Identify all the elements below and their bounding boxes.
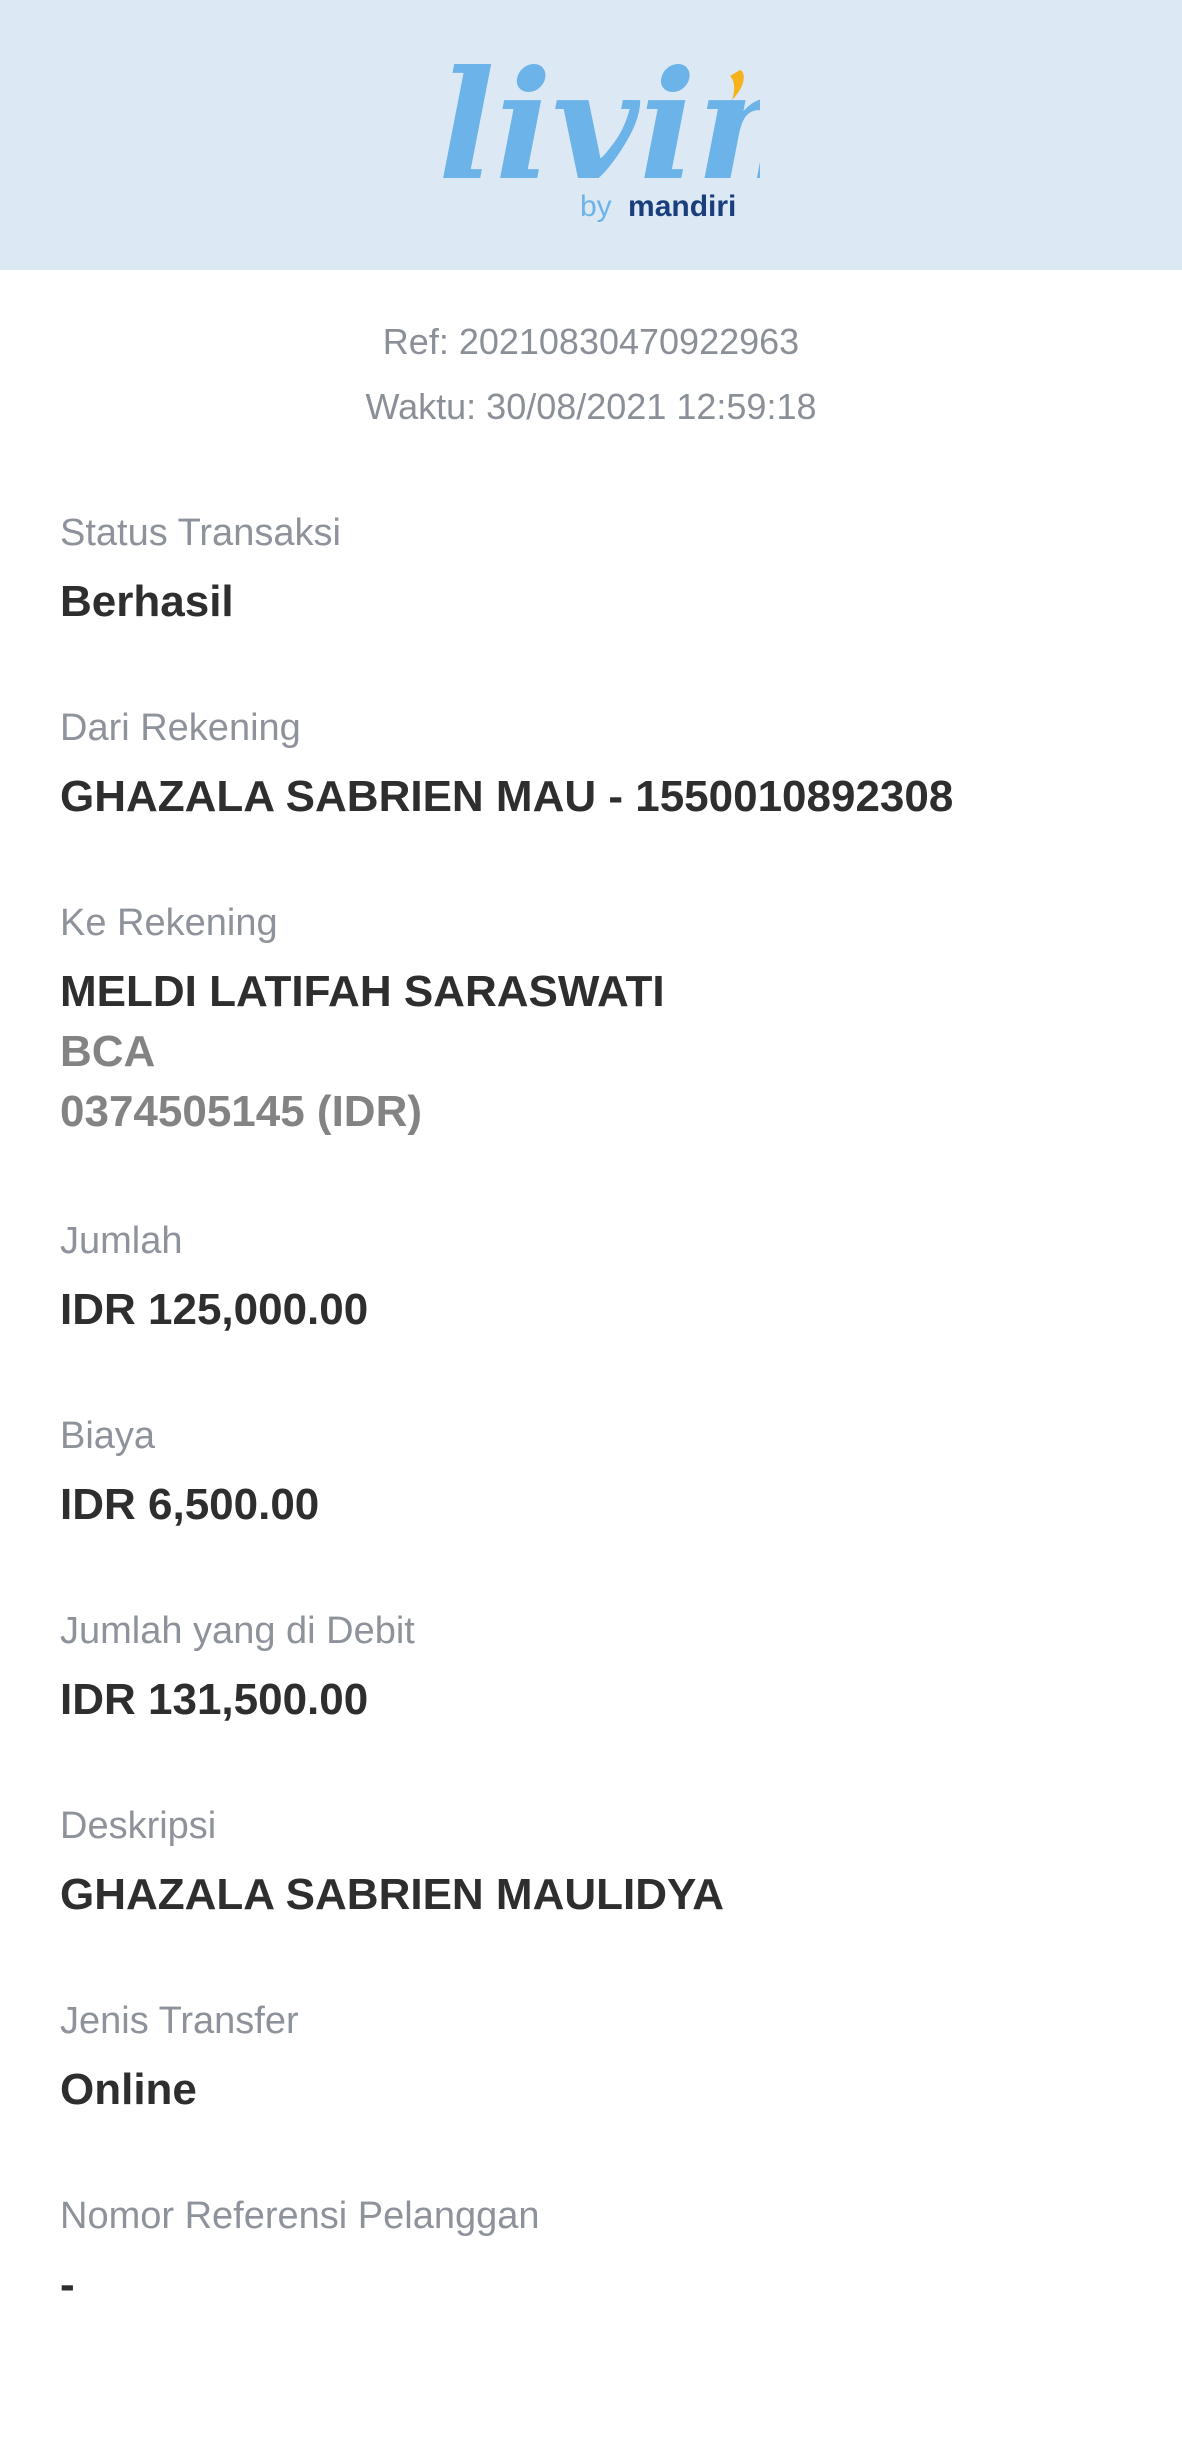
debited-value: IDR 131,500.00 [60,1675,369,1724]
fee-label: Biaya [60,1415,156,1457]
debited-field: Jumlah yang di Debit IDR 131,500.00 [60,1608,1140,1728]
description-field: Deskripsi GHAZALA SABRIEN MAULIDYA [60,1803,1140,1923]
to-account-number: 0374505145 (IDR) [60,1087,423,1136]
description-value: GHAZALA SABRIEN MAULIDYA [60,1870,725,1919]
status-value: Berhasil [60,577,234,626]
from-account-label: Dari Rekening [60,707,301,749]
amount-value: IDR 125,000.00 [60,1285,369,1334]
from-account-field: Dari Rekening GHAZALA SABRIEN MAU - 1550… [60,705,1140,825]
status-label: Status Transaksi [60,512,341,554]
amount-label: Jumlah [60,1220,183,1262]
logo-tagline: by mandiri [580,190,736,223]
livin-mandiri-logo: livin by mandiri [430,30,760,230]
from-account-value: GHAZALA SABRIEN MAU - 1550010892308 [60,772,954,821]
customer-ref-field: Nomor Referensi Pelanggan - [60,2193,1140,2313]
fee-field: Biaya IDR 6,500.00 [60,1413,1140,1533]
fee-value: IDR 6,500.00 [60,1480,320,1529]
customer-ref-value: - [60,2260,75,2309]
transaction-ref: Ref: 20210830470922963 [382,321,800,362]
debited-label: Jumlah yang di Debit [60,1610,415,1652]
amount-field: Jumlah IDR 125,000.00 [60,1218,1140,1338]
transfer-type-field: Jenis Transfer Online [60,1998,1140,2118]
to-account-field: Ke Rekening MELDI LATIFAH SARASWATI BCA … [60,900,1140,1140]
customer-ref-label: Nomor Referensi Pelanggan [60,2195,540,2237]
transaction-time: Waktu: 30/08/2021 12:59:18 [365,386,817,427]
description-label: Deskripsi [60,1805,217,1847]
status-field: Status Transaksi Berhasil [60,510,1140,630]
to-account-name: MELDI LATIFAH SARASWATI [60,967,665,1016]
to-account-label: Ke Rekening [60,902,278,944]
logo-word: livin [438,38,760,214]
transfer-type-label: Jenis Transfer [60,2000,299,2042]
to-account-bank: BCA [60,1027,156,1076]
transfer-type-value: Online [60,2065,197,2114]
header-banner: livin by mandiri [0,0,1182,270]
